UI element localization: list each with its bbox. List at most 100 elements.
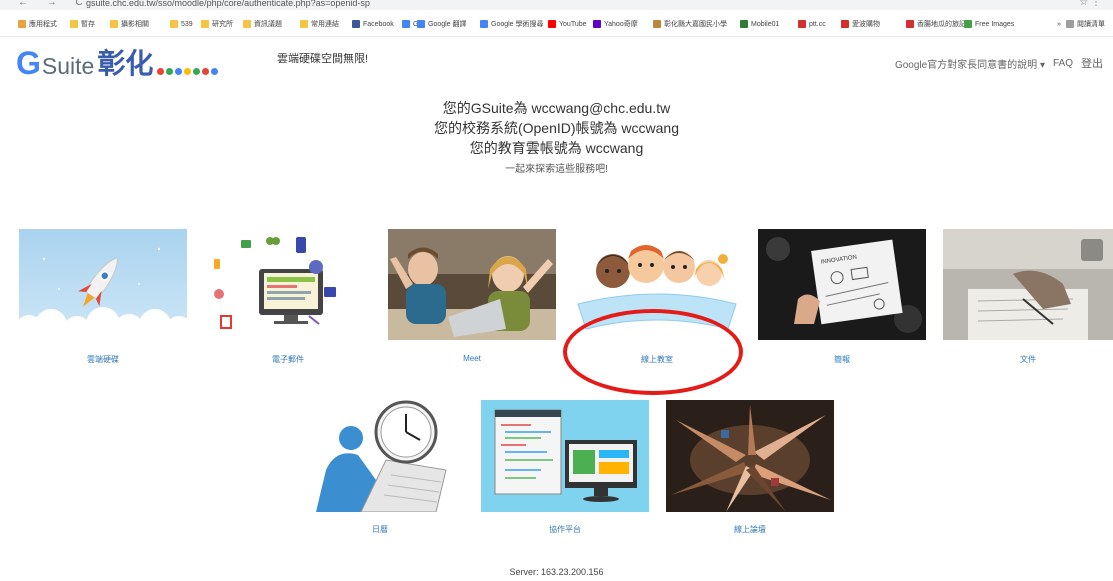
bookmark-item[interactable]: 研究所 bbox=[201, 18, 233, 30]
parent-consent-guide-link[interactable]: Google官方對家長同意書的說明 ▾ bbox=[895, 56, 1045, 71]
browser-address-bar: ← → C gsuite.chc.edu.tw/sso/moodle/php/c… bbox=[0, 0, 1113, 10]
bookmark-label: Facebook bbox=[363, 20, 394, 28]
calendar-image bbox=[296, 400, 464, 512]
logout-link[interactable]: 登出 bbox=[1081, 55, 1103, 71]
docs-image bbox=[943, 229, 1113, 340]
browser-nav-buttons[interactable]: ← → C bbox=[18, 0, 91, 8]
bookmark-item[interactable]: » bbox=[1046, 18, 1061, 30]
bookmark-icon bbox=[417, 20, 425, 28]
service-tile-sites[interactable]: 協作平台 bbox=[481, 400, 649, 540]
bookmark-icon bbox=[548, 20, 556, 28]
bookmark-label: Google 翻譯 bbox=[428, 21, 467, 28]
bookmark-item[interactable]: 應用程式 bbox=[18, 18, 57, 30]
bookmark-label: 常用連結 bbox=[311, 21, 339, 28]
mail-label[interactable]: 電子郵件 bbox=[204, 354, 372, 365]
bookmark-label: 愛波購物 bbox=[852, 21, 880, 28]
meet-label[interactable]: Meet bbox=[388, 354, 556, 363]
bookmark-icon bbox=[300, 20, 308, 28]
docs-label[interactable]: 文件 bbox=[943, 354, 1113, 365]
bookmark-label: Yahoo奇摩 bbox=[604, 21, 638, 28]
bookmark-label: 應用程式 bbox=[29, 21, 57, 28]
bookmark-label: 香腸地瓜的旅記 bbox=[917, 21, 966, 28]
bookmark-icon bbox=[201, 20, 209, 28]
bookmark-icon bbox=[841, 20, 849, 28]
url-field[interactable]: gsuite.chc.edu.tw/sso/moodle/php/core/au… bbox=[86, 0, 370, 8]
bookmark-icon bbox=[480, 20, 488, 28]
sites-label[interactable]: 協作平台 bbox=[481, 524, 649, 535]
bookmark-item[interactable]: Yahoo奇摩 bbox=[593, 18, 638, 30]
edu-cloud-account-line: 您的教育雲帳號為 wccwang bbox=[469, 140, 644, 156]
slides-label[interactable]: 簡報 bbox=[758, 354, 926, 365]
forum-label[interactable]: 線上論壇 bbox=[666, 524, 834, 535]
bookmark-item[interactable]: G bbox=[402, 18, 418, 30]
bookmark-item[interactable]: YouTube bbox=[548, 18, 587, 30]
bookmark-icon bbox=[243, 20, 251, 28]
server-info: Server: 163.23.200.156 bbox=[509, 567, 604, 577]
gsuite-account-line: 您的GSuite為 wccwang@chc.edu.tw bbox=[442, 100, 671, 116]
bookmark-label: Mobile01 bbox=[751, 20, 780, 28]
bookmark-item[interactable]: ptt.cc bbox=[798, 18, 826, 30]
faq-link[interactable]: FAQ bbox=[1053, 58, 1073, 69]
bookmark-label: 研究所 bbox=[212, 21, 233, 28]
bookmark-icon bbox=[1046, 20, 1054, 28]
bookmark-label: 攝影相關 bbox=[121, 21, 149, 28]
bookmark-item[interactable]: 資訊議題 bbox=[243, 18, 282, 30]
sites-image bbox=[481, 400, 649, 512]
bookmark-icon bbox=[70, 20, 78, 28]
calendar-label[interactable]: 日曆 bbox=[296, 524, 464, 535]
bookmark-item[interactable]: 攝影相關 bbox=[110, 18, 149, 30]
service-tile-mail[interactable]: 電子郵件 bbox=[204, 229, 372, 364]
bookmark-icon bbox=[110, 20, 118, 28]
bookmark-item[interactable]: Free Images bbox=[964, 18, 1014, 30]
logo-changhua: 彰化 bbox=[97, 48, 154, 79]
bookmark-item[interactable]: Google 翻譯 bbox=[417, 18, 467, 30]
browser-menu-icons[interactable]: ☆ ⋮ bbox=[1079, 0, 1101, 8]
top-navigation: Google官方對家長同意書的說明 ▾ FAQ 登出 bbox=[895, 55, 1103, 71]
logo-suite: Suite bbox=[41, 53, 95, 79]
mail-image bbox=[204, 229, 372, 340]
slides-image: INNOVATION bbox=[758, 229, 926, 340]
bookmark-item[interactable]: 愛波購物 bbox=[841, 18, 880, 30]
gsuite-logo[interactable]: G Suite 彰化 bbox=[16, 43, 219, 81]
bookmark-label: 資訊議題 bbox=[254, 21, 282, 28]
bookmark-icon bbox=[964, 20, 972, 28]
bookmark-item[interactable]: Facebook bbox=[352, 18, 394, 30]
forum-image bbox=[666, 400, 834, 512]
bookmark-item[interactable]: 539 bbox=[170, 18, 193, 30]
bookmark-label: Free Images bbox=[975, 20, 1015, 28]
bookmark-item[interactable]: 閱讀清單 bbox=[1066, 18, 1105, 30]
service-tile-drive[interactable]: 雲端硬碟 bbox=[19, 229, 187, 364]
bookmark-label: ptt.cc bbox=[809, 20, 826, 28]
meet-image bbox=[388, 229, 556, 340]
openid-account-line: 您的校務系統(OpenID)帳號為 wccwang bbox=[433, 120, 680, 136]
service-tile-slides[interactable]: INNOVATION 簡報 bbox=[758, 229, 926, 364]
logo-app-icons bbox=[157, 68, 219, 75]
bookmark-icon bbox=[352, 20, 360, 28]
bookmark-item[interactable]: 常用連結 bbox=[300, 18, 339, 30]
bookmark-icon bbox=[402, 20, 410, 28]
bookmark-label: 暫存 bbox=[81, 21, 95, 28]
service-tile-calendar[interactable]: 日曆 bbox=[296, 400, 464, 540]
service-tile-docs[interactable]: 文件 bbox=[943, 229, 1113, 364]
bookmark-label: Google 學術搜尋 bbox=[491, 21, 544, 28]
bookmarks-bar: 應用程式 暫存 攝影相關 539 研究所 資訊議題 常用連結 Facebook G Google … bbox=[0, 10, 1113, 37]
bookmark-item[interactable]: 香腸地瓜的旅記 bbox=[906, 18, 966, 30]
bookmark-item[interactable]: Mobile01 bbox=[740, 18, 779, 30]
bookmark-item[interactable]: Google 學術搜尋 bbox=[480, 18, 544, 30]
service-tile-forum[interactable]: 線上論壇 bbox=[666, 400, 834, 540]
account-info: 您的GSuite為 wccwang@chc.edu.tw 您的校務系統(Open… bbox=[0, 98, 1113, 175]
logo-g: G bbox=[16, 45, 41, 81]
bookmark-icon bbox=[653, 20, 661, 28]
highlight-circle-annotation bbox=[563, 309, 743, 395]
bookmark-item[interactable]: 彰化縣大嘉國民小學 bbox=[653, 18, 727, 30]
bookmark-label: 539 bbox=[181, 20, 193, 28]
bookmark-icon bbox=[798, 20, 806, 28]
drive-label[interactable]: 雲端硬碟 bbox=[19, 354, 187, 365]
bookmark-item[interactable]: 暫存 bbox=[70, 18, 95, 30]
service-tile-meet[interactable]: Meet bbox=[388, 229, 556, 364]
bookmark-icon bbox=[170, 20, 178, 28]
bookmark-icon bbox=[18, 20, 26, 28]
drive-image bbox=[19, 229, 187, 340]
bookmark-label: YouTube bbox=[559, 20, 587, 28]
bookmark-icon bbox=[906, 20, 914, 28]
